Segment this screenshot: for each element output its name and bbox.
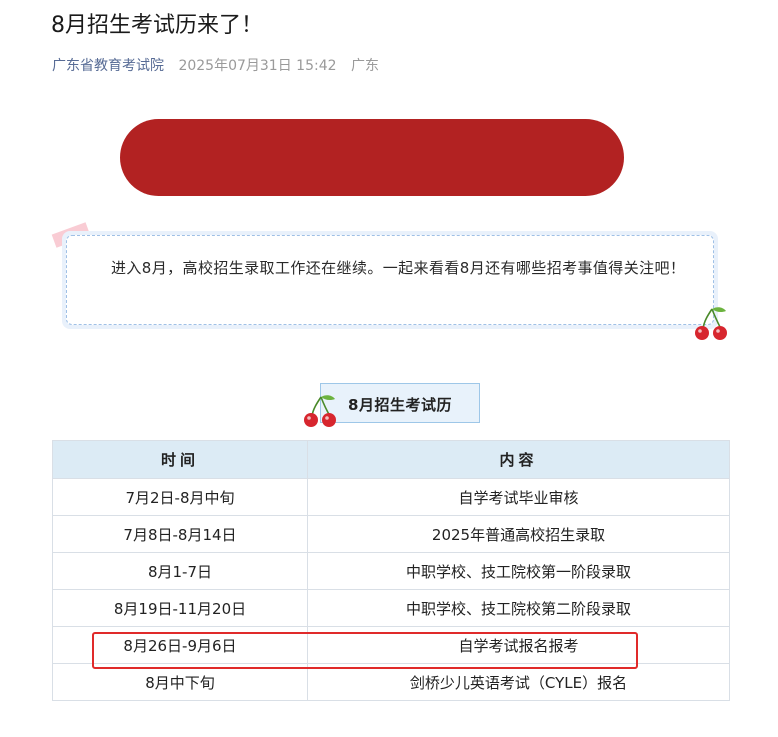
publish-time: 2025年07月31日 15:42 xyxy=(178,58,337,74)
article-meta: 广东省教育考试院 2025年07月31日 15:42 广东 xyxy=(52,56,379,76)
cell-content: 剑桥少儿英语考试（CYLE）报名 xyxy=(307,663,730,701)
cell-time: 7月2日-8月中旬 xyxy=(52,478,308,516)
table-row: 8月1-7日 中职学校、技工院校第一阶段录取 xyxy=(52,552,730,590)
column-header-time: 时间 xyxy=(52,440,308,479)
cell-content: 自学考试毕业审核 xyxy=(307,478,730,516)
article-title: 8月招生考试历来了！ xyxy=(51,13,263,38)
cell-time: 8月19日-11月20日 xyxy=(52,589,308,627)
cell-time: 8月1-7日 xyxy=(52,552,308,590)
table-row: 8月19日-11月20日 中职学校、技工院校第二阶段录取 xyxy=(52,589,730,627)
cherry-icon xyxy=(695,307,727,340)
highlight-box xyxy=(92,632,638,669)
table-header-row: 时间 内容 xyxy=(52,440,730,479)
table-row: 7月8日-8月14日 2025年普通高校招生录取 xyxy=(52,515,730,553)
intro-box: 进入8月，高校招生录取工作还在继续。一起来看看8月还有哪些招考事值得关注吧！ xyxy=(62,231,718,329)
author-link[interactable]: 广东省教育考试院 xyxy=(52,58,164,74)
intro-text: 进入8月，高校招生录取工作还在继续。一起来看看8月还有哪些招考事值得关注吧！ xyxy=(111,259,686,277)
cell-time: 8月中下旬 xyxy=(52,663,308,701)
calendar-title-box: 8月招生考试历 xyxy=(320,383,480,423)
header-banner xyxy=(120,119,624,196)
cherry-icon xyxy=(304,395,336,427)
column-header-content: 内容 xyxy=(307,440,730,479)
cell-content: 2025年普通高校招生录取 xyxy=(307,515,730,553)
table-row: 7月2日-8月中旬 自学考试毕业审核 xyxy=(52,478,730,516)
table-row: 8月中下旬 剑桥少儿英语考试（CYLE）报名 xyxy=(52,663,730,701)
publish-location: 广东 xyxy=(350,58,379,74)
cell-time: 7月8日-8月14日 xyxy=(52,515,308,553)
intro-inner-frame: 进入8月，高校招生录取工作还在继续。一起来看看8月还有哪些招考事值得关注吧！ xyxy=(66,235,714,325)
calendar-title: 8月招生考试历 xyxy=(348,396,452,414)
cell-content: 中职学校、技工院校第一阶段录取 xyxy=(307,552,730,590)
cell-content: 中职学校、技工院校第二阶段录取 xyxy=(307,589,730,627)
